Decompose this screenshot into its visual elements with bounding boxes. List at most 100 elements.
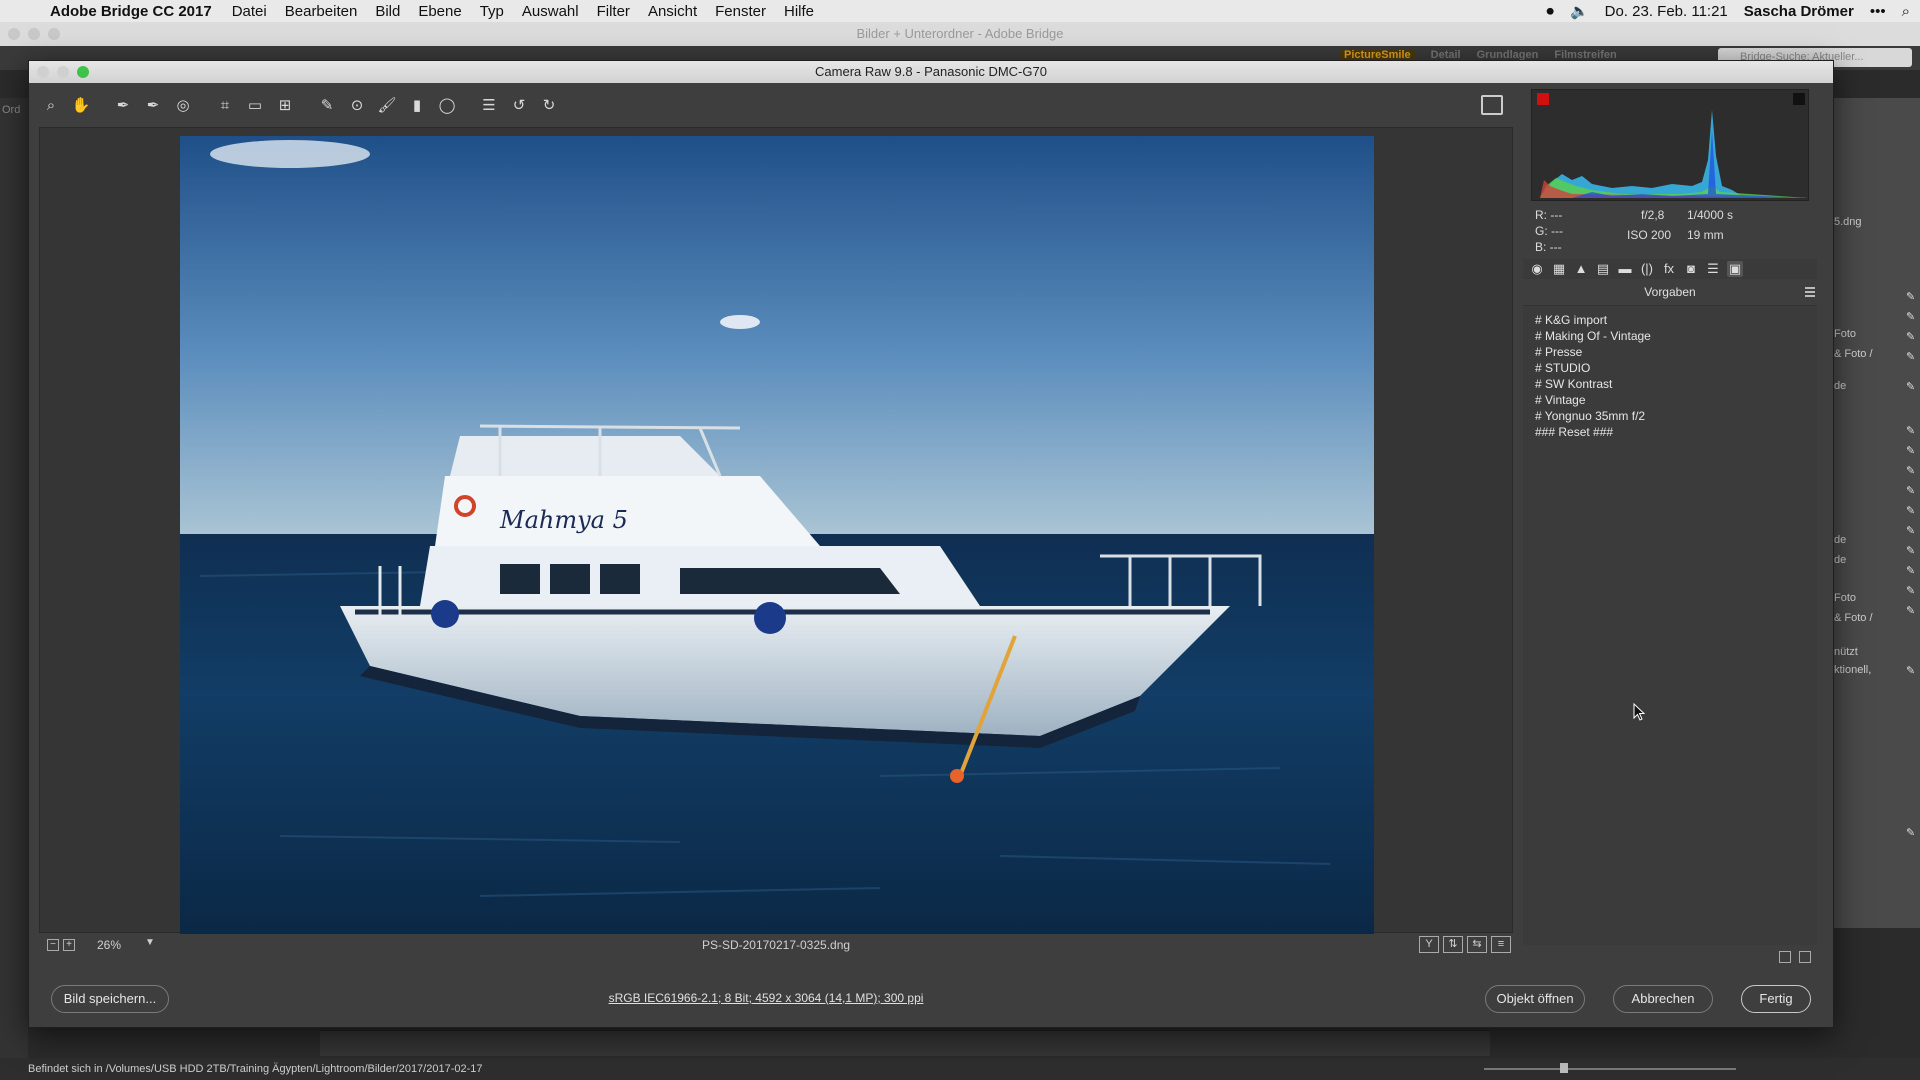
bridge-meta-value: Foto bbox=[1834, 328, 1857, 340]
menu-app-name[interactable]: Adobe Bridge CC 2017 bbox=[50, 3, 212, 20]
preset-item[interactable]: # Vintage bbox=[1523, 392, 1817, 408]
pencil-icon[interactable]: ✎ bbox=[1906, 664, 1915, 677]
preset-item[interactable]: # Presse bbox=[1523, 344, 1817, 360]
dialog-close-button[interactable] bbox=[37, 66, 49, 78]
pencil-icon[interactable]: ✎ bbox=[1906, 584, 1915, 597]
snapshots-tab-icon[interactable]: ▣ bbox=[1727, 261, 1743, 277]
preset-item[interactable]: # STUDIO bbox=[1523, 360, 1817, 376]
new-preset-icon[interactable] bbox=[1779, 951, 1791, 963]
preferences-icon[interactable]: ☰ bbox=[477, 93, 501, 117]
before-after-toggle-icon[interactable]: Y bbox=[1419, 936, 1439, 953]
bridge-folders-label[interactable]: Ord bbox=[0, 98, 28, 122]
menubar-user[interactable]: Sascha Drömer bbox=[1744, 3, 1854, 20]
menu-auswahl[interactable]: Auswahl bbox=[522, 3, 579, 20]
white-balance-tool-icon[interactable]: ✒ bbox=[111, 93, 135, 117]
menu-ebene[interactable]: Ebene bbox=[418, 3, 461, 20]
menu-datei[interactable]: Datei bbox=[232, 3, 267, 20]
lens-corrections-tab-icon[interactable]: (|) bbox=[1639, 261, 1655, 277]
pencil-icon[interactable]: ✎ bbox=[1906, 544, 1915, 557]
swap-settings-icon[interactable]: ⇅ bbox=[1443, 936, 1463, 953]
screen-record-icon[interactable]: ⏺ bbox=[1546, 3, 1554, 20]
rotate-right-icon[interactable]: ↻ bbox=[537, 93, 561, 117]
menubar-clock[interactable]: Do. 23. Feb. 11:21 bbox=[1605, 3, 1728, 20]
effects-tab-icon[interactable]: fx bbox=[1661, 261, 1677, 277]
pencil-icon[interactable]: ✎ bbox=[1906, 504, 1915, 517]
copy-settings-icon[interactable]: ⇆ bbox=[1467, 936, 1487, 953]
straighten-tool-icon[interactable]: ▭ bbox=[243, 93, 267, 117]
transform-tool-icon[interactable]: ⊞ bbox=[273, 93, 297, 117]
spot-removal-tool-icon[interactable]: ✎ bbox=[315, 93, 339, 117]
bridge-meta-value: de bbox=[1834, 554, 1847, 566]
volume-icon[interactable]: 🔈 bbox=[1570, 2, 1589, 20]
workflow-options-link[interactable]: sRGB IEC61966-2.1; 8 Bit; 4592 x 3064 (1… bbox=[29, 991, 1503, 1005]
bridge-title-bar: Bilder + Unterordner - Adobe Bridge bbox=[0, 22, 1920, 46]
pencil-icon[interactable]: ✎ bbox=[1906, 484, 1915, 497]
split-toning-tab-icon[interactable]: ▬ bbox=[1617, 261, 1633, 277]
bridge-zoom-button[interactable] bbox=[48, 28, 60, 40]
pencil-icon[interactable]: ✎ bbox=[1906, 310, 1915, 323]
presets-tab-icon[interactable]: ☰ bbox=[1705, 261, 1721, 277]
thumbnail-size-slider[interactable] bbox=[1484, 1063, 1736, 1073]
bridge-meta-value: 5.dng bbox=[1834, 216, 1862, 228]
bridge-minimize-button[interactable] bbox=[28, 28, 40, 40]
zoom-tool-icon[interactable]: ⌕ bbox=[39, 93, 63, 117]
menu-ansicht[interactable]: Ansicht bbox=[648, 3, 697, 20]
graduated-filter-icon[interactable]: ▮ bbox=[405, 93, 429, 117]
pencil-icon[interactable]: ✎ bbox=[1906, 826, 1915, 839]
cancel-button[interactable]: Abbrechen bbox=[1613, 985, 1713, 1013]
pencil-icon[interactable]: ✎ bbox=[1906, 524, 1915, 537]
preset-item[interactable]: # SW Kontrast bbox=[1523, 376, 1817, 392]
menu-filter[interactable]: Filter bbox=[597, 3, 630, 20]
pencil-icon[interactable]: ✎ bbox=[1906, 350, 1915, 363]
hand-tool-icon[interactable]: ✋ bbox=[69, 93, 93, 117]
pencil-icon[interactable]: ✎ bbox=[1906, 424, 1915, 437]
targeted-adjustment-tool-icon[interactable]: ◎ bbox=[171, 93, 195, 117]
tone-curve-tab-icon[interactable]: ▦ bbox=[1551, 261, 1567, 277]
preset-item[interactable]: # Yongnuo 35mm f/2 bbox=[1523, 408, 1817, 424]
menu-bild[interactable]: Bild bbox=[375, 3, 400, 20]
color-sampler-tool-icon[interactable]: ✒ bbox=[141, 93, 165, 117]
bridge-close-button[interactable] bbox=[8, 28, 20, 40]
slider-knob[interactable] bbox=[1560, 1063, 1568, 1073]
menu-bearbeiten[interactable]: Bearbeiten bbox=[285, 3, 358, 20]
done-button[interactable]: Fertig bbox=[1741, 985, 1811, 1013]
pencil-icon[interactable]: ✎ bbox=[1906, 380, 1915, 393]
panel-menu-icon[interactable] bbox=[1805, 287, 1815, 297]
dialog-title: Camera Raw 9.8 - Panasonic DMC-G70 bbox=[815, 64, 1047, 79]
panel-title: Vorgaben bbox=[1644, 285, 1696, 299]
shutter-value: 1/4000 s bbox=[1687, 208, 1734, 222]
fullscreen-toggle-icon[interactable] bbox=[1481, 95, 1503, 115]
shadow-clipping-warning-icon[interactable] bbox=[1537, 93, 1549, 105]
radial-filter-icon[interactable]: ◯ bbox=[435, 93, 459, 117]
rotate-left-icon[interactable]: ↺ bbox=[507, 93, 531, 117]
red-eye-tool-icon[interactable]: ⊙ bbox=[345, 93, 369, 117]
spotlight-search-icon[interactable]: ⌕ bbox=[1902, 3, 1910, 20]
dialog-minimize-button[interactable] bbox=[57, 66, 69, 78]
preset-item[interactable]: # Making Of - Vintage bbox=[1523, 328, 1817, 344]
preset-item[interactable]: # K&G import bbox=[1523, 312, 1817, 328]
menu-fenster[interactable]: Fenster bbox=[715, 3, 766, 20]
delete-preset-icon[interactable] bbox=[1799, 951, 1811, 963]
preset-item[interactable]: ### Reset ### bbox=[1523, 424, 1817, 440]
open-object-button[interactable]: Objekt öffnen bbox=[1485, 985, 1585, 1013]
pencil-icon[interactable]: ✎ bbox=[1906, 564, 1915, 577]
adjustment-brush-icon[interactable]: 🖌 bbox=[375, 93, 399, 117]
highlight-clipping-warning-icon[interactable] bbox=[1793, 93, 1805, 105]
aperture-value: f/2,8 bbox=[1641, 208, 1665, 222]
pencil-icon[interactable]: ✎ bbox=[1906, 330, 1915, 343]
more-icon[interactable]: ••• bbox=[1870, 3, 1886, 20]
crop-tool-icon[interactable]: ⌗ bbox=[213, 93, 237, 117]
menu-typ[interactable]: Typ bbox=[480, 3, 504, 20]
toggle-defaults-icon[interactable]: ≡ bbox=[1491, 936, 1511, 953]
camera-calibration-tab-icon[interactable]: ◙ bbox=[1683, 261, 1699, 277]
menu-hilfe[interactable]: Hilfe bbox=[784, 3, 814, 20]
boat-photo[interactable]: Mahmya 5 bbox=[180, 136, 1374, 934]
pencil-icon[interactable]: ✎ bbox=[1906, 444, 1915, 457]
pencil-icon[interactable]: ✎ bbox=[1906, 290, 1915, 303]
dialog-zoom-button[interactable] bbox=[77, 66, 89, 78]
hsl-tab-icon[interactable]: ▤ bbox=[1595, 261, 1611, 277]
basic-tab-icon[interactable]: ◉ bbox=[1529, 261, 1545, 277]
pencil-icon[interactable]: ✎ bbox=[1906, 464, 1915, 477]
detail-tab-icon[interactable]: ▲ bbox=[1573, 261, 1589, 277]
pencil-icon[interactable]: ✎ bbox=[1906, 604, 1915, 617]
